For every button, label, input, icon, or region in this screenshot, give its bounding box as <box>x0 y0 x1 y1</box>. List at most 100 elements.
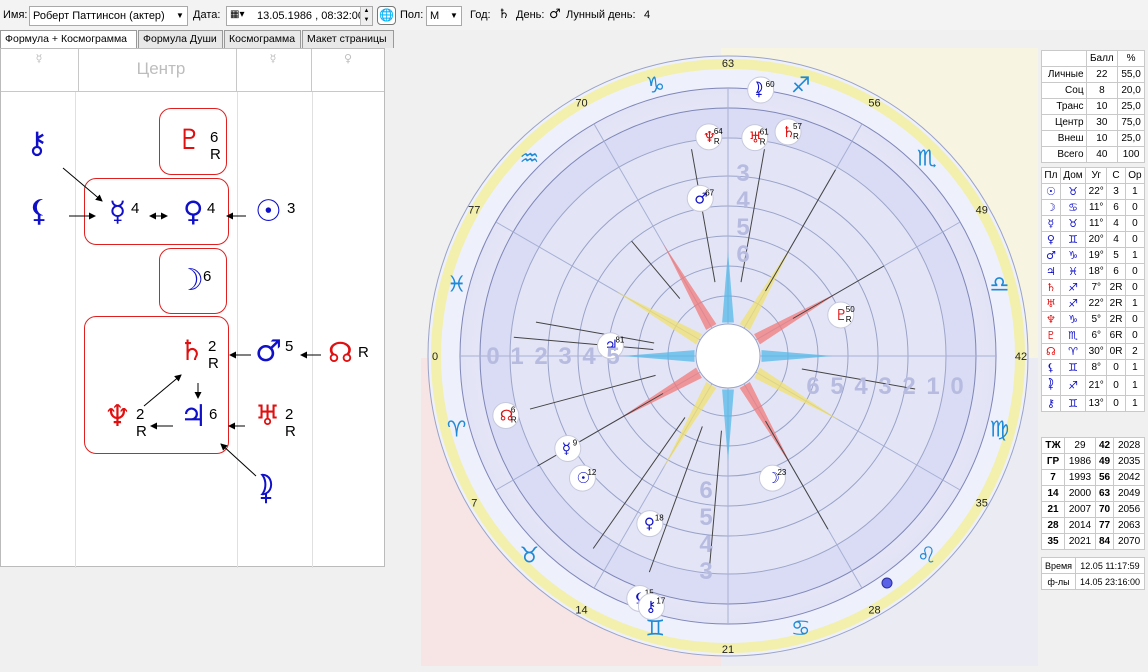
planet-row-cell: 13° <box>1085 395 1108 412</box>
cycle-row: 21 2007 70 2056 <box>1040 501 1145 518</box>
sex-select[interactable]: М ▼ <box>426 6 462 26</box>
date-spinner[interactable]: ▲ ▼ <box>360 7 372 25</box>
planet-row-cell: ☊ <box>1041 343 1061 360</box>
planet-number: 50 <box>846 305 855 314</box>
sex-label: Пол: <box>400 9 424 21</box>
tab-page-layout[interactable]: Макет страницы <box>302 30 394 48</box>
uranus-number: 2 <box>285 406 294 423</box>
house-scale-number: 1 <box>926 373 939 400</box>
neptune-number: 2 <box>136 406 145 423</box>
house-scale-number: 3 <box>878 373 891 400</box>
cycle-row: 28 2014 77 2063 <box>1040 517 1145 534</box>
planet-row-cell: ♅ <box>1041 295 1061 312</box>
cycle-row-cell: 77 <box>1094 517 1115 534</box>
planet-row: ♄ ♐ 7° 2R 0 <box>1041 279 1146 296</box>
score-row-cell: 22 <box>1085 66 1119 83</box>
planet-header-row-cell: С <box>1106 167 1126 184</box>
planet-row-cell: 1 <box>1124 295 1146 312</box>
planet-number: 6 <box>511 406 516 415</box>
score-table: Балл% Личные 22 55,0 Соц 8 20,0 Транс 10 25,0 Цент… <box>1041 50 1145 163</box>
mars-number: 5 <box>285 338 294 355</box>
planet-retro: R <box>511 416 517 425</box>
house-scale-number: 3 <box>736 160 749 187</box>
planet-row-cell: 3 <box>1106 183 1126 200</box>
planet-row-cell: 5 <box>1106 247 1126 264</box>
pluto-number: 6 <box>210 129 219 146</box>
house-scale-number: 6 <box>736 241 749 268</box>
planet-number: 12 <box>587 468 596 477</box>
zodiac-sign-icon: ♓ <box>447 272 467 297</box>
planet-row-cell: 1 <box>1124 247 1146 264</box>
calendar-icon[interactable]: ▦▾ <box>230 9 244 20</box>
chevron-down-icon: ▼ <box>176 11 184 20</box>
tab-formula-cosmogram[interactable]: Формула + Космограмма <box>0 30 137 49</box>
planet-table: Пл Дом Уг С Ор ☉ ♉ 22° 3 1 ☽ ♋ 11° 6 0 ☿ ♉ 11° 4 0 ♀ ♊ 20° 4 0 ♂ ♑… <box>1041 167 1146 412</box>
house-scale-number: 4 <box>699 531 713 558</box>
lunar-day-label: Лунный день: <box>566 9 636 21</box>
planet-row-cell: ♋ <box>1059 199 1087 216</box>
planet-row-cell: 5° <box>1085 311 1108 328</box>
planet-row-cell: 1 <box>1124 395 1146 412</box>
cycle-row: 35 2021 84 2070 <box>1040 533 1145 550</box>
score-row-cell: 25,0 <box>1117 130 1145 147</box>
pluto-icon: ♇ <box>177 123 203 156</box>
planet-row-cell: 6 <box>1106 199 1126 216</box>
planet-row-cell: 22° <box>1085 295 1108 312</box>
score-row-cell: 55,0 <box>1117 66 1145 83</box>
age-mark: 35 <box>976 498 988 510</box>
planet-retro: R <box>793 132 799 141</box>
cycle-row-cell: 2042 <box>1113 469 1145 486</box>
planet-number: 18 <box>655 514 664 523</box>
cycle-row: ТЖ 29 42 2028 <box>1040 437 1145 454</box>
planet-row-cell: ♇ <box>1041 327 1061 344</box>
toolbar: Имя: Роберт Паттинсон (актер) ▼ Дата: ▦▾… <box>0 0 1148 30</box>
name-select[interactable]: Роберт Паттинсон (актер) ▼ <box>29 6 188 26</box>
planet-row-cell: 0 <box>1124 327 1146 344</box>
name-label: Имя: <box>3 9 28 21</box>
planet-row-cell: ⯝ <box>1041 375 1061 396</box>
tab-soul-formula[interactable]: Формула Души <box>138 30 223 48</box>
planet-header-row: Пл Дом Уг С Ор <box>1041 167 1146 184</box>
zodiac-sign-icon: ♎ <box>990 272 1010 297</box>
date-label: Дата: <box>193 9 221 21</box>
cycle-row-cell: 28 <box>1040 517 1066 534</box>
pluto-retro: R <box>210 146 221 163</box>
cycle-row-cell: 84 <box>1094 533 1115 550</box>
cycle-row: ГР 1986 49 2035 <box>1040 453 1145 470</box>
planet-row-cell: 4 <box>1106 231 1126 248</box>
tab-cosmogram[interactable]: Космограмма <box>224 30 301 48</box>
score-row-cell: 10 <box>1085 98 1119 115</box>
planet-header-row-cell: Ор <box>1124 167 1146 184</box>
moon-number: 6 <box>203 268 212 285</box>
age-mark: 70 <box>575 97 587 109</box>
planet-row-cell: ♐ <box>1059 375 1087 396</box>
house-scale-number: 6 <box>806 373 819 400</box>
planet-row-cell: ♐ <box>1059 279 1087 296</box>
cycle-row-cell: 21 <box>1040 501 1066 518</box>
planet-row: ⚸ ♊ 8° 0 1 <box>1041 359 1146 376</box>
house-scale-number: 5 <box>830 373 843 400</box>
date-input[interactable]: ▦▾ 13.05.1986 , 08:32:00 ▲ ▼ <box>226 6 373 26</box>
cycle-row-cell: 2021 <box>1064 533 1096 550</box>
planet-row-cell: 30° <box>1085 343 1108 360</box>
planet-row-cell: 6R <box>1106 327 1126 344</box>
planet-row-cell: 2R <box>1106 279 1126 296</box>
time-row-cell: 12.05 11:17:59 <box>1075 557 1145 574</box>
planet-row-cell: ♉ <box>1059 183 1087 200</box>
house-scale-number: 5 <box>736 214 749 241</box>
cycle-row-cell: 56 <box>1094 469 1115 486</box>
score-row-cell: 20,0 <box>1117 82 1145 99</box>
planet-row-cell: 4 <box>1106 215 1126 232</box>
house-scale-number: 5 <box>606 343 619 370</box>
planet-row-cell: ♑ <box>1059 247 1087 264</box>
planet-row-cell: 21° <box>1085 375 1108 396</box>
planet-row: ♇ ♏ 6° 6R 0 <box>1041 327 1146 344</box>
cycle-row: 14 2000 63 2049 <box>1040 485 1145 502</box>
planet-row-cell: 1 <box>1124 183 1146 200</box>
house-scale-number: 4 <box>736 187 750 214</box>
cycle-row-cell: 70 <box>1094 501 1115 518</box>
globe-icon[interactable]: 🌐 <box>377 6 396 25</box>
planet-number: 61 <box>760 128 769 137</box>
age-pointer-dot[interactable] <box>881 577 893 589</box>
cycle-row-cell: 35 <box>1040 533 1066 550</box>
